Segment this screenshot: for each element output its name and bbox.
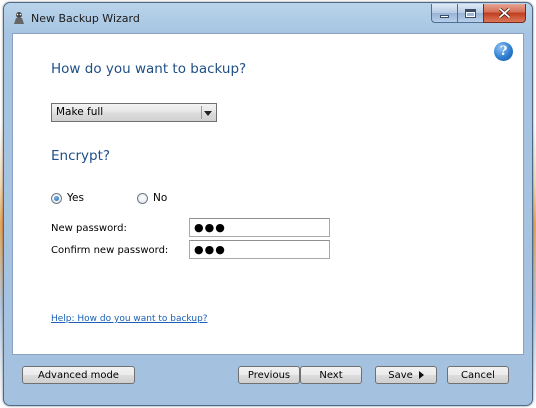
radio-checked-icon[interactable]	[51, 192, 62, 204]
new-password-label: New password:	[51, 223, 127, 234]
backup-heading: How do you want to backup?	[51, 61, 247, 77]
confirm-password-label: Confirm new password:	[51, 245, 169, 256]
confirm-password-field[interactable]: ●●●	[189, 240, 330, 259]
caption-buttons	[431, 4, 526, 24]
maximize-button[interactable]	[457, 4, 483, 23]
backup-wizard-icon	[14, 12, 24, 24]
encrypt-no-radio[interactable]: No	[137, 191, 167, 205]
backup-mode-value: Make full	[56, 106, 104, 118]
arrow-right-icon	[418, 371, 424, 379]
chevron-down-icon[interactable]	[204, 111, 212, 116]
wizard-window: New Backup Wizard ? How do you want to b…	[3, 2, 533, 406]
title-bar[interactable]: New Backup Wizard	[4, 3, 532, 33]
next-button[interactable]: Next	[300, 366, 362, 384]
close-button[interactable]	[483, 4, 526, 23]
previous-button[interactable]: Previous	[238, 366, 300, 384]
encrypt-yes-label: Yes	[67, 192, 84, 204]
save-button-label: Save	[388, 369, 413, 381]
radio-unchecked-icon[interactable]	[137, 192, 148, 204]
close-icon	[499, 8, 510, 18]
encrypt-yes-radio[interactable]: Yes	[51, 191, 84, 205]
help-link[interactable]: Help: How do you want to backup?	[51, 314, 208, 324]
help-icon[interactable]: ?	[494, 42, 513, 61]
advanced-mode-button[interactable]: Advanced mode	[22, 366, 135, 384]
cancel-button[interactable]: Cancel	[447, 366, 509, 384]
minimize-icon	[440, 14, 449, 18]
minimize-button[interactable]	[431, 4, 457, 23]
encrypt-heading: Encrypt?	[51, 148, 111, 164]
window-title: New Backup Wizard	[31, 12, 140, 25]
new-password-field[interactable]: ●●●	[189, 218, 330, 237]
encrypt-no-label: No	[153, 192, 168, 204]
wizard-content: ? How do you want to backup? Make full E…	[12, 33, 524, 355]
maximize-icon	[465, 8, 476, 18]
select-divider	[201, 106, 202, 119]
save-button[interactable]: Save	[375, 366, 437, 384]
backup-mode-select[interactable]: Make full	[51, 103, 217, 122]
button-bar: Advanced mode Previous Next Save Cancel	[12, 355, 524, 399]
